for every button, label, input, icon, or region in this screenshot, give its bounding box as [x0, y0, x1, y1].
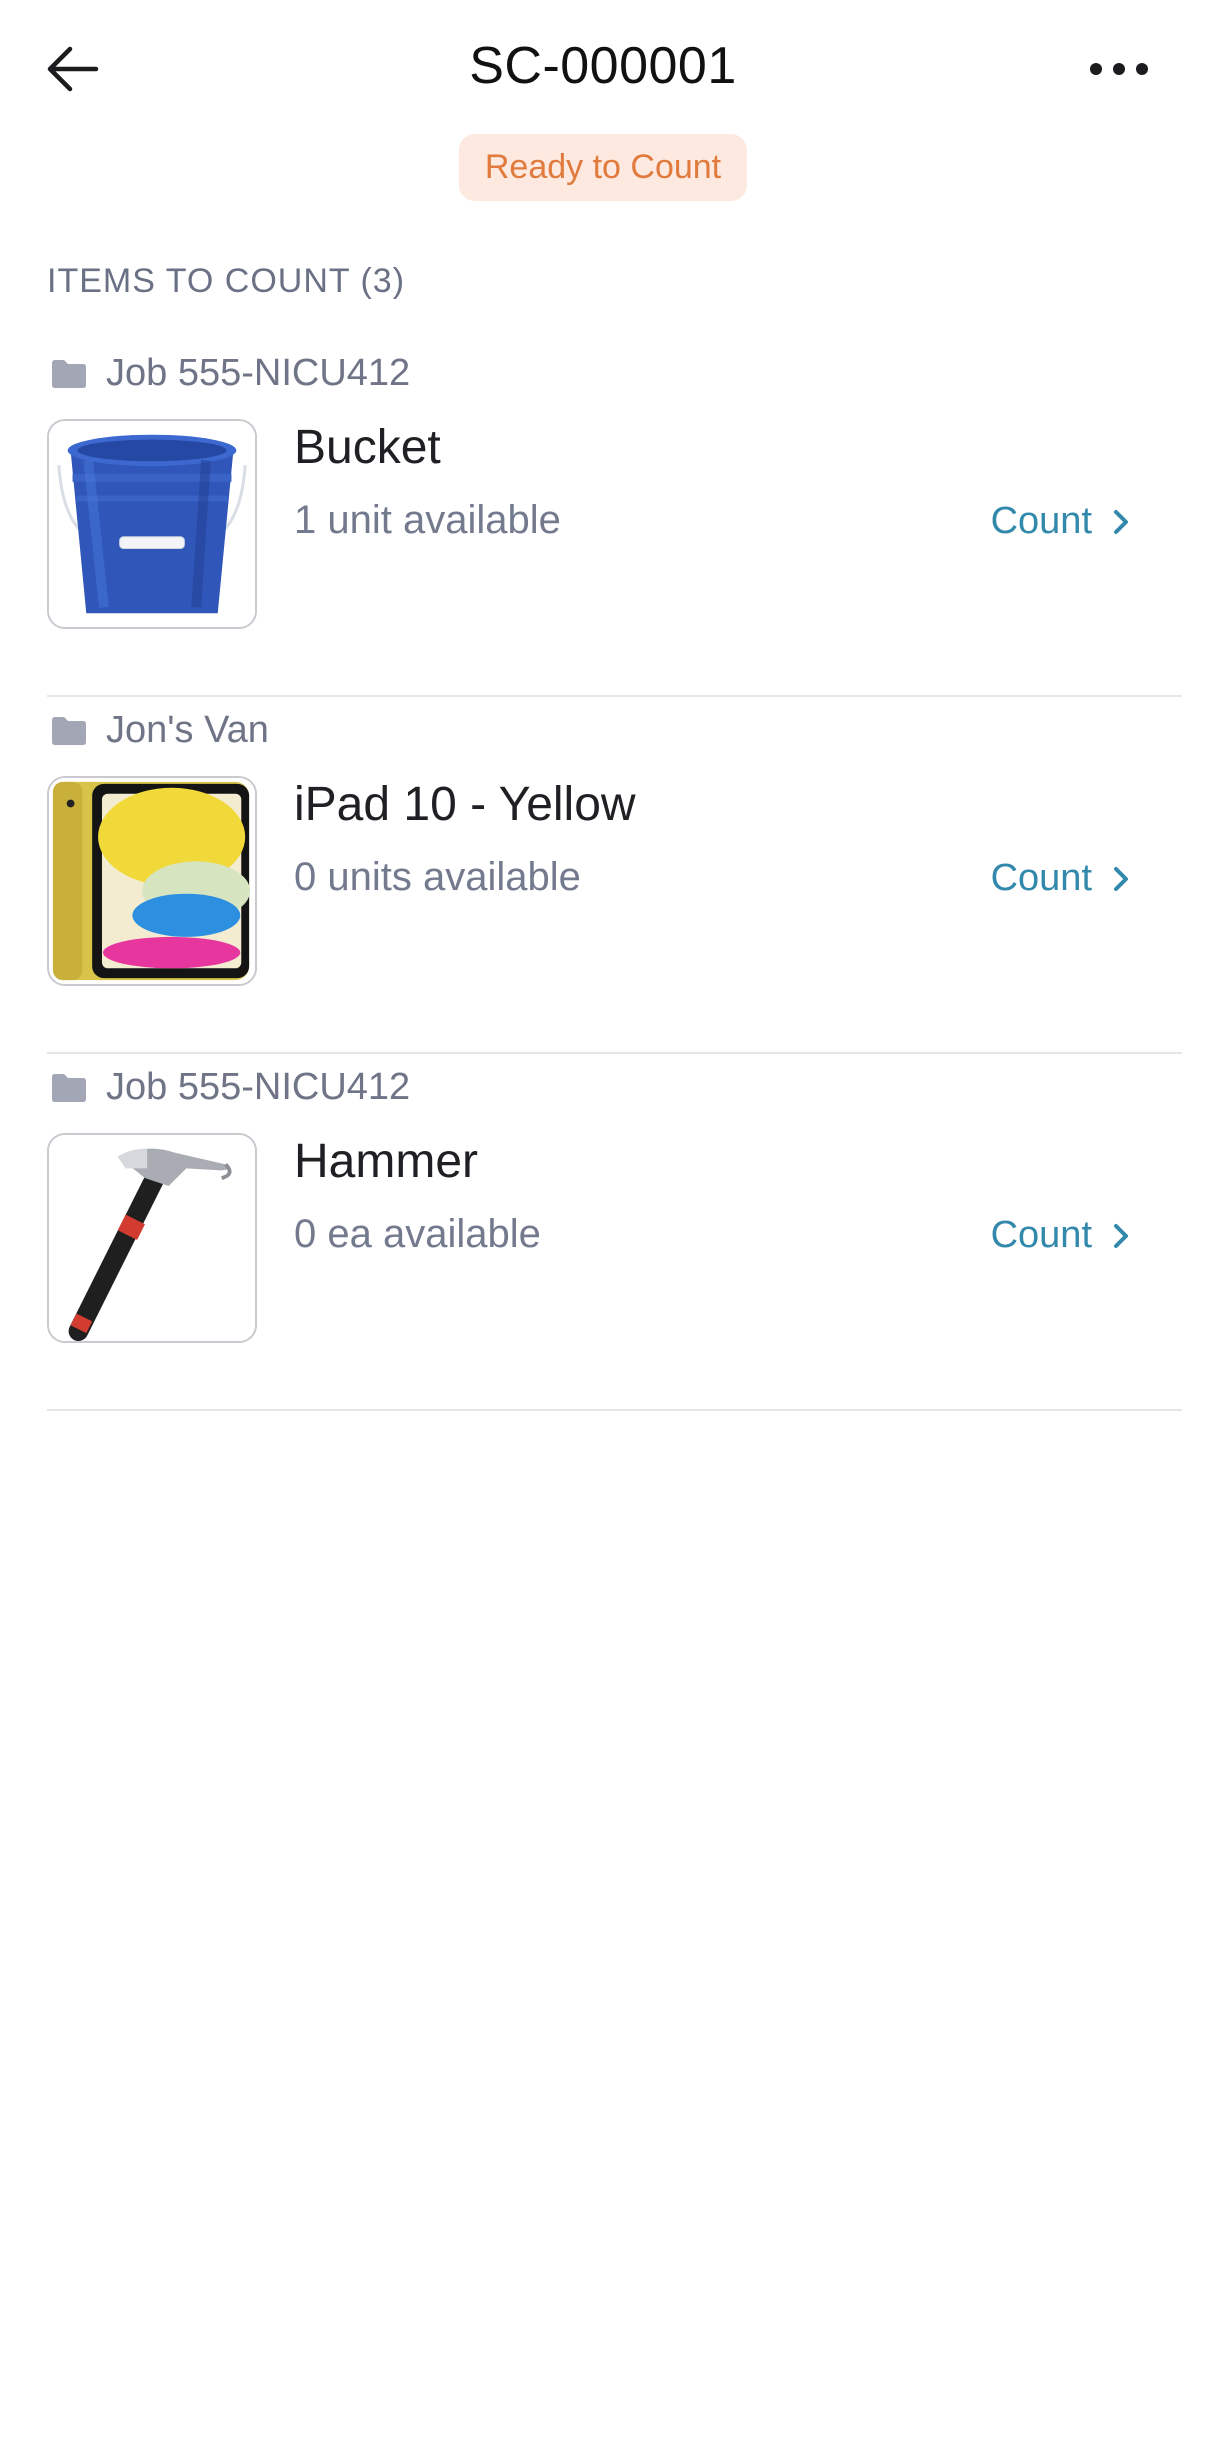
top-bar: SC-000001 [0, 0, 1206, 140]
location-label: Job 555-NICU412 [106, 352, 411, 394]
list-item[interactable]: Jon's Van iPad 10 - Yellow 0 units avail… [47, 697, 1182, 1054]
location-label: Jon's Van [106, 709, 269, 751]
list-item[interactable]: Job 555-NICU412 Hammer 0 ea available Co… [47, 1054, 1182, 1411]
item-availability: 1 unit available [294, 498, 561, 542]
section-title: ITEMS TO COUNT (3) [47, 262, 406, 300]
folder-icon [52, 716, 86, 745]
item-name: Bucket [294, 421, 441, 474]
chevron-right-icon [1114, 1223, 1128, 1248]
count-label: Count [990, 857, 1092, 899]
count-button[interactable]: Count [991, 857, 1130, 900]
item-name: iPad 10 - Yellow [294, 778, 636, 831]
items-list: Job 555-NICU412 Bucket 1 unit available … [0, 340, 1206, 1411]
item-location: Job 555-NICU412 [50, 1066, 410, 1109]
item-thumbnail [47, 776, 257, 986]
item-thumbnail [47, 1133, 257, 1343]
count-button[interactable]: Count [991, 500, 1130, 543]
item-location: Job 555-NICU412 [50, 352, 410, 395]
status-badge: Ready to Count [458, 134, 748, 201]
item-thumbnail [47, 419, 257, 629]
folder-icon [52, 359, 86, 388]
item-availability: 0 ea available [294, 1212, 541, 1256]
item-name: Hammer [294, 1135, 479, 1188]
more-options-button[interactable] [1084, 48, 1154, 90]
item-availability: 0 units available [294, 855, 581, 899]
folder-icon [52, 1073, 86, 1102]
item-location: Jon's Van [50, 709, 269, 752]
claw-hammer-image [49, 1135, 255, 1341]
count-button[interactable]: Count [991, 1214, 1130, 1257]
count-label: Count [990, 1214, 1092, 1256]
location-label: Job 555-NICU412 [106, 1066, 411, 1108]
list-item[interactable]: Job 555-NICU412 Bucket 1 unit available … [47, 340, 1182, 697]
count-label: Count [990, 500, 1092, 542]
chevron-right-icon [1114, 509, 1128, 534]
blue-bucket-image [49, 421, 255, 627]
page-title: SC-000001 [469, 37, 737, 95]
yellow-ipad-image [49, 778, 255, 984]
more-dots-icon [1090, 63, 1148, 75]
chevron-right-icon [1114, 866, 1128, 891]
